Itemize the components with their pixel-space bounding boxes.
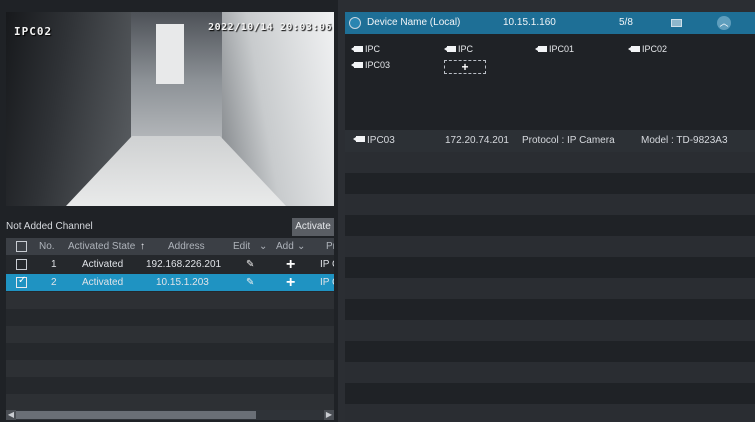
- empty-row: [345, 173, 755, 194]
- plus-icon[interactable]: +: [286, 256, 295, 273]
- row-state: Activated: [82, 259, 124, 270]
- scroll-left-icon[interactable]: ◀: [6, 410, 16, 420]
- device-header[interactable]: Device Name (Local) 10.15.1.160 5/8 ︿: [345, 12, 755, 34]
- header-no[interactable]: No.: [39, 238, 55, 255]
- not-added-title: Not Added Channel: [6, 221, 93, 232]
- empty-row: [345, 215, 755, 236]
- plus-icon[interactable]: +: [286, 274, 295, 291]
- channel-label: IPC: [365, 44, 381, 54]
- detail-model: Model : TD-9823A3: [641, 135, 728, 146]
- empty-row: [6, 309, 334, 326]
- empty-row: [345, 299, 755, 320]
- empty-row: [345, 236, 755, 257]
- camera-icon: [628, 45, 640, 52]
- table-row[interactable]: 1 Activated 192.168.226.201 ✎ + IP C: [6, 256, 334, 273]
- right-panel: Device Name (Local) 10.15.1.160 5/8 ︿ IP…: [345, 12, 755, 422]
- device-radio[interactable]: [349, 17, 361, 29]
- row-no: 1: [51, 259, 57, 270]
- sort-up-icon[interactable]: ↑: [140, 238, 145, 255]
- channel-item[interactable]: IPC: [351, 43, 380, 56]
- channel-item[interactable]: IPC03: [351, 59, 390, 72]
- detail-name: IPC03: [353, 130, 395, 152]
- empty-row: [345, 194, 755, 215]
- empty-row: [345, 383, 755, 404]
- channel-grid: No. Activated State ↑ Address Edit ⌄ Add…: [6, 238, 334, 414]
- pencil-icon[interactable]: ✎: [246, 256, 254, 273]
- row-checkbox[interactable]: [16, 259, 27, 270]
- row-state: Activated: [82, 277, 124, 288]
- empty-row: [345, 362, 755, 383]
- empty-row: [6, 377, 334, 394]
- channel-label: IPC03: [365, 60, 391, 70]
- row-address: 10.15.1.203: [156, 277, 209, 288]
- camera-icon: [351, 61, 363, 68]
- empty-row: [6, 326, 334, 343]
- empty-row: [345, 152, 755, 173]
- grid-header: No. Activated State ↑ Address Edit ⌄ Add…: [6, 238, 334, 255]
- empty-row: [6, 360, 334, 377]
- device-ip: 10.15.1.160: [503, 17, 556, 28]
- header-edit[interactable]: Edit: [233, 238, 250, 255]
- channel-item[interactable]: IPC: [444, 43, 473, 56]
- osd-timestamp: 2022/10/14 20:03:06: [208, 22, 332, 33]
- row-address: 192.168.226.201: [146, 259, 222, 270]
- header-activated-state[interactable]: Activated State: [68, 238, 135, 255]
- empty-row: [345, 257, 755, 278]
- row-protocol: IP C: [320, 259, 334, 270]
- empty-list-area: [345, 152, 755, 422]
- detail-name-label: IPC03: [367, 135, 395, 146]
- empty-row: [345, 320, 755, 341]
- horizontal-scrollbar[interactable]: ◀ ▶: [6, 410, 334, 420]
- header-protocol[interactable]: Pr: [326, 238, 334, 255]
- camera-icon: [353, 136, 365, 143]
- row-checkbox-checked[interactable]: [16, 275, 27, 288]
- chevron-up-icon[interactable]: ︿: [717, 16, 731, 30]
- header-edit-dropdown-icon[interactable]: ⌄: [259, 238, 267, 255]
- add-channel-slot[interactable]: +: [444, 60, 486, 74]
- scrollbar-thumb[interactable]: [16, 411, 256, 419]
- table-row-selected[interactable]: 2 Activated 10.15.1.203 ✎ + IP C: [6, 274, 334, 291]
- camera-icon: [444, 45, 456, 52]
- empty-row: [345, 404, 755, 422]
- corridor-far-door: [156, 24, 184, 84]
- channel-label: IPC01: [549, 44, 575, 54]
- channel-item[interactable]: IPC02: [628, 43, 667, 56]
- device-channels: IPC IPC IPC01 IPC02 IPC03 +: [345, 34, 755, 128]
- channel-label: IPC: [458, 44, 474, 54]
- row-protocol: IP C: [320, 277, 334, 288]
- header-add-dropdown-icon[interactable]: ⌄: [297, 238, 305, 255]
- row-no: 2: [51, 277, 57, 288]
- camera-icon: [535, 45, 547, 52]
- empty-row: [345, 341, 755, 362]
- left-panel: IPC02 2022/10/14 20:03:06 Not Added Chan…: [0, 0, 338, 422]
- video-preview[interactable]: IPC02 2022/10/14 20:03:06: [6, 12, 334, 206]
- pencil-icon[interactable]: ✎: [246, 274, 254, 291]
- detail-protocol: Protocol : IP Camera: [522, 135, 615, 146]
- header-add[interactable]: Add: [276, 238, 294, 255]
- empty-row: [6, 343, 334, 360]
- not-added-bar: Not Added Channel Activate: [6, 218, 338, 238]
- select-all-checkbox[interactable]: [16, 241, 27, 252]
- empty-row: [6, 394, 334, 411]
- osd-channel-name: IPC02: [14, 25, 53, 38]
- detail-ip: 172.20.74.201: [445, 135, 509, 146]
- camera-icon: [351, 45, 363, 52]
- channel-detail-row[interactable]: IPC03 172.20.74.201 Protocol : IP Camera…: [345, 130, 755, 152]
- monitor-icon[interactable]: [671, 19, 682, 27]
- header-address[interactable]: Address: [168, 238, 205, 255]
- device-channel-count: 5/8: [619, 17, 633, 28]
- channel-item[interactable]: IPC01: [535, 43, 574, 56]
- scroll-right-icon[interactable]: ▶: [324, 410, 334, 420]
- empty-row: [6, 292, 334, 309]
- empty-row: [345, 278, 755, 299]
- activate-button[interactable]: Activate: [292, 218, 334, 236]
- channel-label: IPC02: [642, 44, 668, 54]
- device-name-label: Device Name (Local): [367, 17, 461, 28]
